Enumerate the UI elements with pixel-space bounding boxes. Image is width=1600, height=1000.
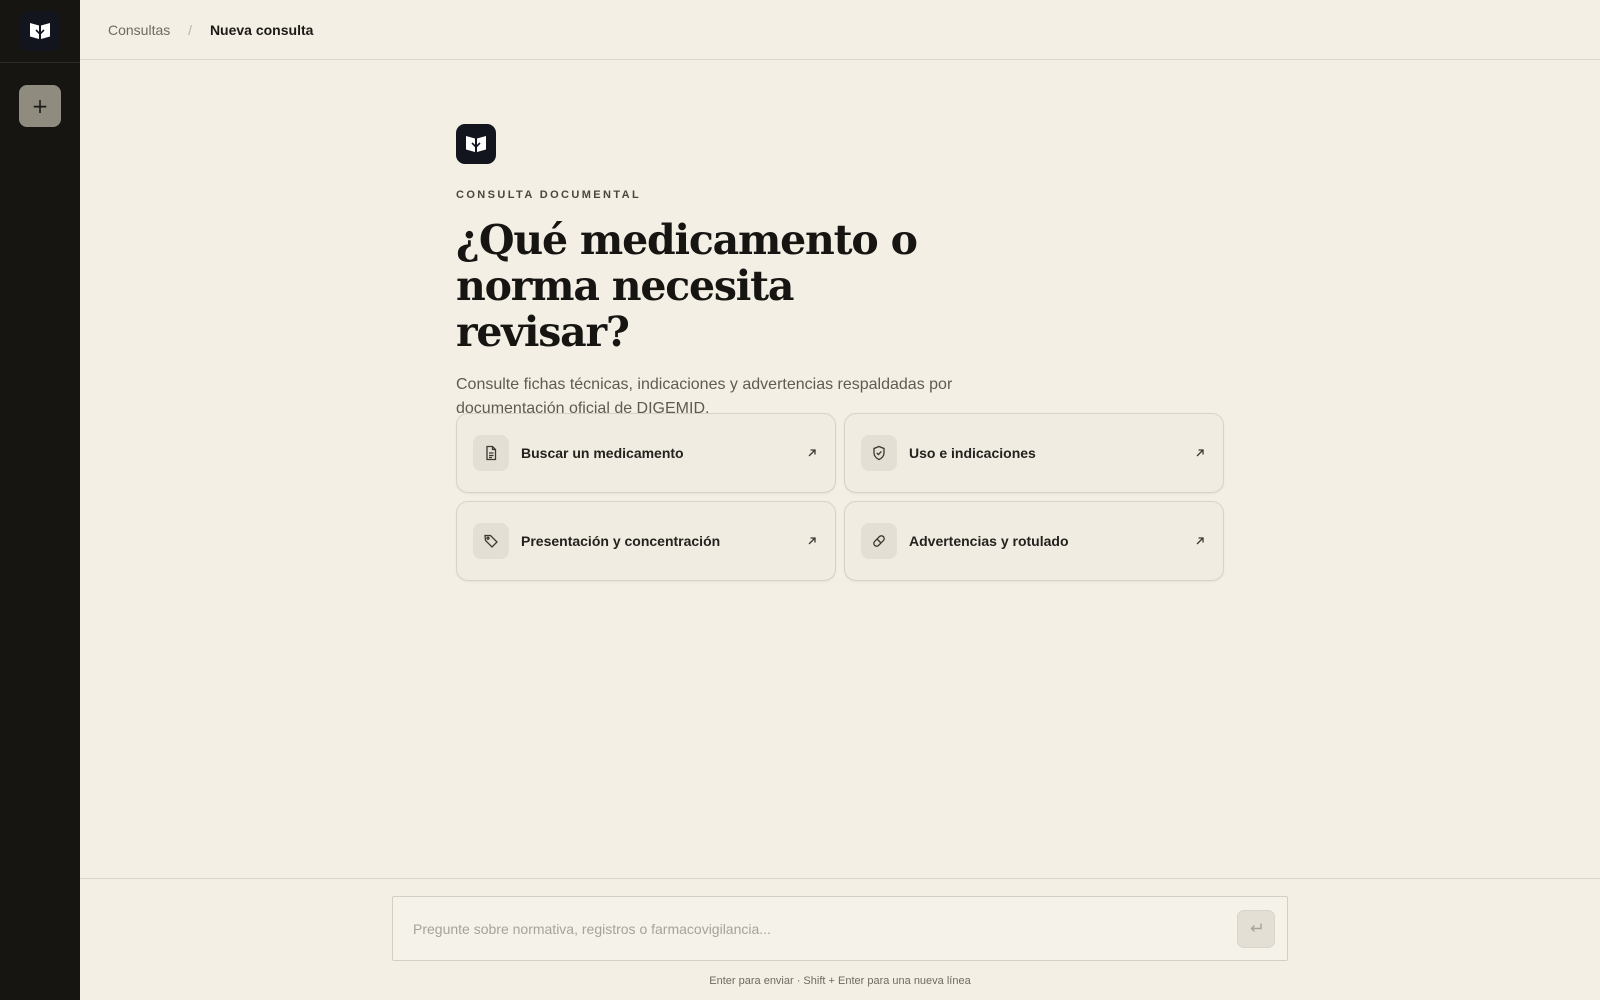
- suggestion-card-advertencias-rotulado[interactable]: Advertencias y rotulado: [844, 501, 1224, 581]
- arrow-up-right-icon: [805, 534, 819, 548]
- suggestion-label: Buscar un medicamento: [521, 445, 684, 461]
- question-input[interactable]: [413, 917, 1203, 941]
- open-book-icon: [20, 11, 60, 51]
- open-book-icon: [456, 124, 496, 164]
- arrow-up-right-icon: [1193, 534, 1207, 548]
- shield-check-icon: [861, 435, 897, 471]
- top-bar: Consultas / Nueva consulta: [80, 0, 1600, 60]
- enter-icon: [1249, 922, 1263, 937]
- breadcrumb-consultas-link[interactable]: Consultas: [108, 22, 170, 38]
- suggestion-label: Presentación y concentración: [521, 533, 721, 549]
- breadcrumb-current: Nueva consulta: [209, 21, 314, 38]
- new-consultation-button[interactable]: +: [19, 85, 61, 127]
- eyebrow-label: CONSULTA DOCUMENTAL: [456, 189, 642, 201]
- composer: [392, 896, 1288, 961]
- breadcrumb-separator: /: [188, 21, 193, 38]
- suggestion-card-buscar-medicamento[interactable]: Buscar un medicamento: [456, 413, 836, 493]
- plus-icon: +: [31, 94, 49, 118]
- sidebar-logo[interactable]: [0, 0, 80, 63]
- send-button[interactable]: [1237, 910, 1275, 948]
- composer-area: Enter para enviar · Shift + Enter para u…: [80, 878, 1600, 1000]
- suggestion-cards: Buscar un medicamento Uso e indicaciones…: [456, 413, 1224, 581]
- suggestion-card-presentacion-concentracion[interactable]: Presentación y concentración: [456, 501, 836, 581]
- breadcrumb: Consultas / Nueva consulta: [108, 22, 313, 38]
- arrow-up-right-icon: [805, 446, 819, 460]
- keyboard-hint: Enter para enviar · Shift + Enter para u…: [709, 975, 971, 987]
- tag-icon: [473, 523, 509, 559]
- sidebar: +: [0, 0, 80, 1000]
- suggestion-card-uso-indicaciones[interactable]: Uso e indicaciones: [844, 413, 1224, 493]
- pill-icon: [861, 523, 897, 559]
- arrow-up-right-icon: [1193, 446, 1207, 460]
- suggestion-label: Uso e indicaciones: [909, 445, 1036, 461]
- page-title: ¿Qué medicamento o norma necesita revisa…: [456, 216, 918, 356]
- suggestion-label: Advertencias y rotulado: [909, 533, 1069, 549]
- document-icon: [473, 435, 509, 471]
- hero: CONSULTA DOCUMENTAL ¿Qué medicamento o n…: [456, 124, 1236, 421]
